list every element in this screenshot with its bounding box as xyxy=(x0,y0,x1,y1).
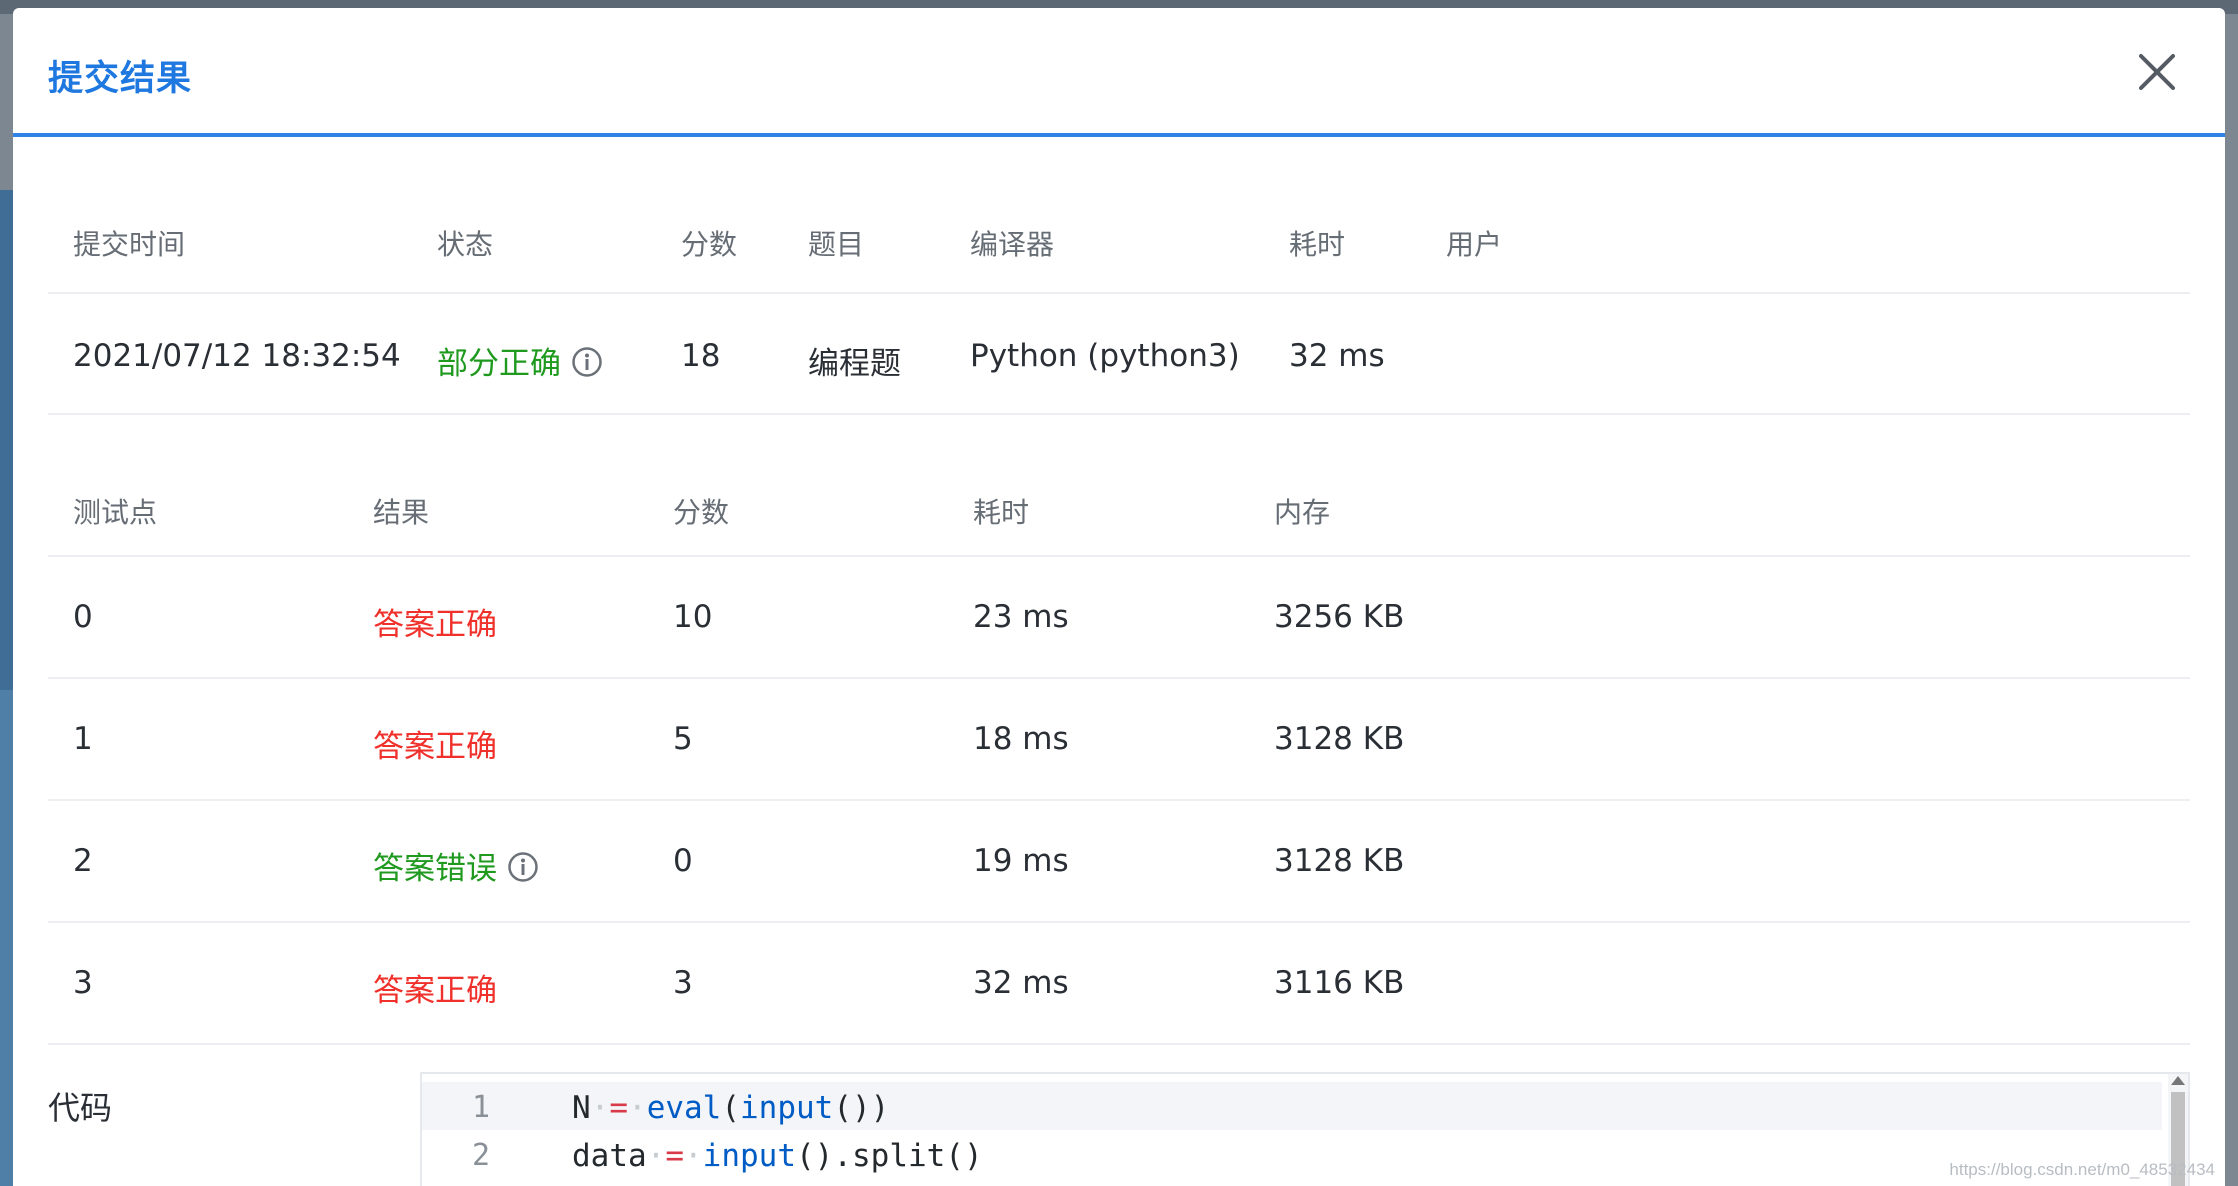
testcase-memory: 3128 KB xyxy=(1274,843,1405,879)
summary-header-row: 提交时间 状态 分数 题目 编译器 耗时 用户 xyxy=(48,133,2190,294)
summary-data-row: 2021/07/12 18:32:54 部分正确 18 编程题 Python (… xyxy=(48,294,2190,415)
status-cell: 部分正确 xyxy=(437,338,603,383)
testcase-result-cell: 答案错误 xyxy=(373,843,539,888)
testcase-time: 18 ms xyxy=(973,721,1069,757)
testcase-memory: 3116 KB xyxy=(1274,965,1405,1001)
testcase-row: 2 答案错误 0 19 ms 3128 KB xyxy=(48,801,2190,923)
testcase-result: 答案正确 xyxy=(373,607,497,643)
dialog-title: 提交结果 xyxy=(48,59,193,99)
testcase-id: 3 xyxy=(73,965,93,1001)
header-result: 结果 xyxy=(373,496,430,529)
code-line: 2 data·=·input().split() xyxy=(422,1130,2162,1178)
header-status: 状态 xyxy=(437,228,494,261)
header-submit-time: 提交时间 xyxy=(73,228,186,261)
code-editor[interactable]: 1 N·=·eval(input()) 2 data·=·input().spl… xyxy=(420,1072,2190,1186)
testcase-score: 0 xyxy=(673,843,693,879)
code-line: 1 N·=·eval(input()) xyxy=(422,1082,2162,1130)
dialog-header: 提交结果 xyxy=(13,8,2225,137)
background-sidebar-lower xyxy=(0,690,14,1186)
problem-type: 编程题 xyxy=(808,346,901,382)
testcase-id: 1 xyxy=(73,721,93,757)
scroll-up-arrow-icon[interactable] xyxy=(2171,1076,2185,1085)
close-button[interactable] xyxy=(2133,48,2181,96)
header-case-score: 分数 xyxy=(673,496,730,529)
testcase-result: 答案正确 xyxy=(373,729,497,765)
testcase-result: 答案正确 xyxy=(373,973,497,1009)
line-number: 2 xyxy=(472,1138,491,1173)
info-icon[interactable] xyxy=(507,851,539,883)
code-section: 代码 1 N·=·eval(input()) 2 data·=·input().… xyxy=(48,1045,2190,1186)
testcase-score: 10 xyxy=(673,599,713,635)
submission-result-dialog: 提交结果 提交时间 状态 分数 题目 编译器 耗时 用户 2021/07/12 … xyxy=(13,8,2225,1186)
total-time-cost: 32 ms xyxy=(1289,338,1385,374)
testcase-score: 5 xyxy=(673,721,693,757)
submit-time: 2021/07/12 18:32:54 xyxy=(73,338,401,374)
header-testcase: 测试点 xyxy=(73,496,158,529)
total-score: 18 xyxy=(681,338,721,374)
line-number: 1 xyxy=(472,1090,491,1125)
line-content: N·=·eval(input()) xyxy=(572,1090,890,1126)
testcase-time: 19 ms xyxy=(973,843,1069,879)
line-content: data·=·input().split() xyxy=(572,1138,983,1174)
header-problem: 题目 xyxy=(808,228,865,261)
testcase-score: 3 xyxy=(673,965,693,1001)
header-time-cost: 耗时 xyxy=(1289,228,1346,261)
code-label: 代码 xyxy=(48,1089,113,1127)
status-badge: 部分正确 xyxy=(437,346,561,382)
dialog-body: 提交时间 状态 分数 题目 编译器 耗时 用户 2021/07/12 18:32… xyxy=(48,133,2190,1186)
testcase-id: 2 xyxy=(73,843,93,879)
compiler-name: Python (python3) xyxy=(970,338,1240,374)
watermark: https://blog.csdn.net/m0_48532434 xyxy=(1949,1160,2215,1179)
testcase-row: 0 答案正确 10 23 ms 3256 KB xyxy=(48,557,2190,679)
header-case-time: 耗时 xyxy=(973,496,1030,529)
testcase-id: 0 xyxy=(73,599,93,635)
info-icon[interactable] xyxy=(571,346,603,378)
testcase-header-row: 测试点 结果 分数 耗时 内存 xyxy=(48,415,2190,557)
testcase-result: 答案错误 xyxy=(373,851,497,887)
testcase-time: 32 ms xyxy=(973,965,1069,1001)
close-icon xyxy=(2139,54,2175,90)
header-user: 用户 xyxy=(1446,228,1503,261)
testcase-memory: 3128 KB xyxy=(1274,721,1405,757)
testcase-row: 3 答案正确 3 32 ms 3116 KB xyxy=(48,923,2190,1045)
header-score: 分数 xyxy=(681,228,738,261)
background-sidebar xyxy=(0,190,14,690)
testcase-time: 23 ms xyxy=(973,599,1069,635)
header-compiler: 编译器 xyxy=(970,228,1055,261)
header-memory: 内存 xyxy=(1274,496,1331,529)
testcase-memory: 3256 KB xyxy=(1274,599,1405,635)
testcase-row: 1 答案正确 5 18 ms 3128 KB xyxy=(48,679,2190,801)
